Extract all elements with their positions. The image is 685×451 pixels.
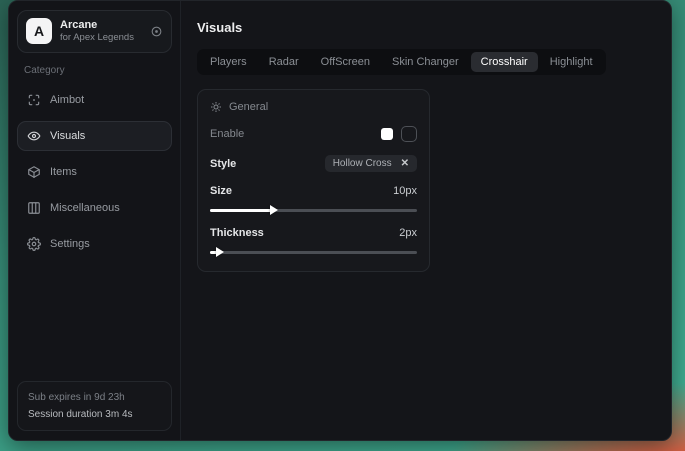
tab-crosshair[interactable]: Crosshair: [471, 52, 538, 72]
thickness-slider[interactable]: [210, 247, 417, 257]
main-content: Visuals Players Radar OffScreen Skin Cha…: [181, 1, 671, 440]
style-value: Hollow Cross: [333, 158, 392, 169]
general-gear-icon: [210, 101, 222, 113]
sidebar-item-items[interactable]: Items: [17, 157, 172, 187]
size-value: 10px: [393, 185, 417, 197]
app-header-card: A Arcane for Apex Legends: [17, 10, 172, 53]
sidebar: A Arcane for Apex Legends Category: [9, 1, 181, 440]
style-label: Style: [210, 158, 236, 170]
sidebar-item-label: Visuals: [50, 130, 85, 142]
app-logo: A: [26, 18, 52, 44]
scope-icon[interactable]: [150, 25, 163, 38]
style-row: Style Hollow Cross ✕: [210, 155, 417, 172]
app-window: A Arcane for Apex Legends Category: [8, 0, 672, 441]
panel-header: General: [210, 101, 417, 113]
color-swatch[interactable]: [381, 128, 393, 140]
app-meta: Arcane for Apex Legends: [60, 18, 142, 45]
page-title: Visuals: [197, 20, 655, 35]
thickness-slider-row: [210, 247, 417, 257]
sidebar-item-label: Items: [50, 166, 77, 178]
enable-checkbox[interactable]: [401, 126, 417, 142]
sub-expires-text: Sub expires in 9d 23h: [28, 389, 161, 406]
sidebar-item-label: Aimbot: [50, 94, 84, 106]
crosshair-icon: [27, 93, 41, 107]
tab-players[interactable]: Players: [200, 52, 257, 72]
size-label: Size: [210, 185, 232, 197]
thickness-value: 2px: [399, 227, 417, 239]
gear-icon: [27, 237, 41, 251]
sidebar-item-miscellaneous[interactable]: Miscellaneous: [17, 193, 172, 223]
package-icon: [27, 165, 41, 179]
enable-label: Enable: [210, 128, 244, 140]
thickness-label: Thickness: [210, 227, 264, 239]
tab-bar: Players Radar OffScreen Skin Changer Cro…: [197, 49, 606, 75]
thickness-slider-thumb[interactable]: [216, 247, 224, 257]
sidebar-item-aimbot[interactable]: Aimbot: [17, 85, 172, 115]
sidebar-item-visuals[interactable]: Visuals: [17, 121, 172, 151]
sidebar-item-settings[interactable]: Settings: [17, 229, 172, 259]
slider-fill: [210, 209, 272, 212]
close-icon[interactable]: ✕: [401, 158, 409, 169]
subscription-info-card: Sub expires in 9d 23h Session duration 3…: [17, 381, 172, 431]
eye-icon: [27, 129, 41, 143]
category-label: Category: [24, 65, 165, 76]
sidebar-nav: Aimbot Visuals Items: [17, 82, 172, 262]
general-panel: General Enable Style Hollow Cross ✕ Size…: [197, 89, 430, 272]
tab-skin-changer[interactable]: Skin Changer: [382, 52, 469, 72]
size-slider-row: [210, 205, 417, 215]
size-slider-thumb[interactable]: [270, 205, 278, 215]
sidebar-item-label: Settings: [50, 238, 90, 250]
tab-offscreen[interactable]: OffScreen: [311, 52, 380, 72]
session-duration-text: Session duration 3m 4s: [28, 406, 161, 423]
layout-icon: [27, 201, 41, 215]
app-subtitle: for Apex Legends: [60, 32, 142, 44]
size-slider[interactable]: [210, 205, 417, 215]
style-select[interactable]: Hollow Cross ✕: [325, 155, 417, 172]
sidebar-item-label: Miscellaneous: [50, 202, 120, 214]
slider-track: [210, 251, 417, 254]
panel-title: General: [229, 101, 268, 113]
size-row: Size 10px: [210, 185, 417, 197]
thickness-row: Thickness 2px: [210, 227, 417, 239]
app-name: Arcane: [60, 18, 142, 32]
tab-highlight[interactable]: Highlight: [540, 52, 603, 72]
enable-row: Enable: [210, 126, 417, 142]
tab-radar[interactable]: Radar: [259, 52, 309, 72]
